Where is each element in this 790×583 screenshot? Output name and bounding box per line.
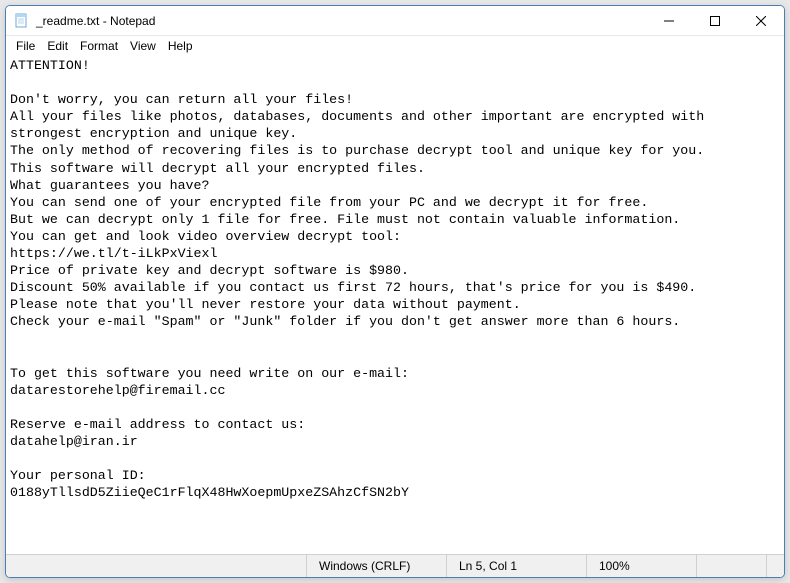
status-cursor-position: Ln 5, Col 1	[446, 555, 586, 577]
statusbar: Windows (CRLF) Ln 5, Col 1 100%	[6, 554, 784, 577]
notepad-icon	[14, 13, 30, 29]
menubar: File Edit Format View Help	[6, 36, 784, 56]
status-extra-1	[696, 555, 766, 577]
menu-file[interactable]: File	[10, 38, 41, 54]
notepad-window: _readme.txt - Notepad File Edit Format V…	[5, 5, 785, 578]
maximize-button[interactable]	[692, 6, 738, 36]
titlebar[interactable]: _readme.txt - Notepad	[6, 6, 784, 36]
menu-edit[interactable]: Edit	[41, 38, 74, 54]
status-encoding: Windows (CRLF)	[306, 555, 446, 577]
menu-view[interactable]: View	[124, 38, 162, 54]
status-zoom: 100%	[586, 555, 696, 577]
window-title: _readme.txt - Notepad	[36, 14, 646, 28]
window-controls	[646, 6, 784, 35]
text-editor[interactable]: ATTENTION! Don't worry, you can return a…	[6, 56, 784, 554]
menu-help[interactable]: Help	[162, 38, 199, 54]
menu-format[interactable]: Format	[74, 38, 124, 54]
minimize-button[interactable]	[646, 6, 692, 36]
document-content: ATTENTION! Don't worry, you can return a…	[10, 58, 712, 500]
close-button[interactable]	[738, 6, 784, 36]
status-grip[interactable]	[766, 555, 784, 577]
